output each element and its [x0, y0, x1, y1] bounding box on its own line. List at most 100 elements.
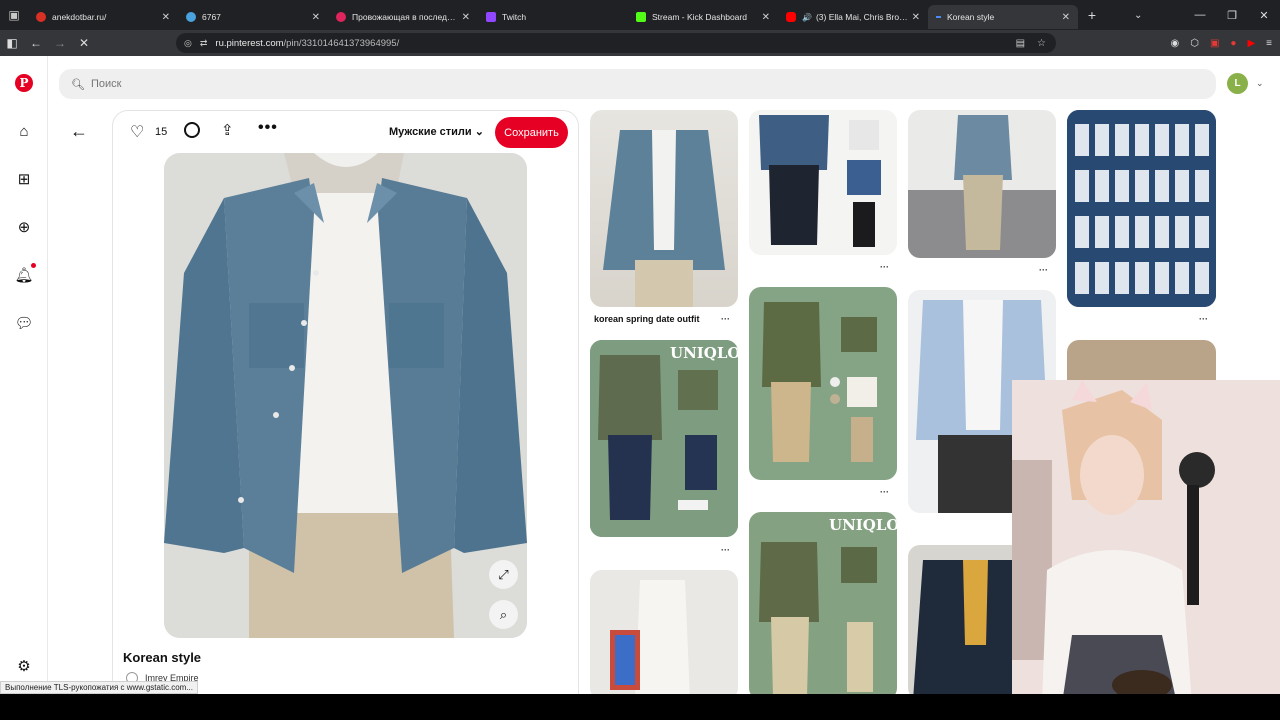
more-options-icon[interactable]: •••: [258, 119, 278, 137]
grid-pin-denim-shirt[interactable]: [590, 110, 738, 307]
menu-icon[interactable]: ≡: [1266, 38, 1272, 49]
tab-list-chevron-icon[interactable]: ⌄: [1134, 10, 1142, 21]
screen: ▣ anekdotbar.ru/ ✕ 6767 ✕ Провожающая в …: [0, 0, 1280, 720]
audio-playing-icon[interactable]: 🔊: [802, 13, 812, 22]
boards-icon[interactable]: ⊞: [14, 169, 34, 189]
visual-search-icon[interactable]: ⌕: [489, 600, 518, 629]
search-input[interactable]: 🔍︎ Поиск: [59, 69, 1216, 99]
toolbar-right: ◉ ⬡ ▣ ● ▶ ≡: [1170, 30, 1272, 56]
grid-more-icon[interactable]: ···: [880, 262, 889, 272]
notifications-bell-icon[interactable]: 🔔︎: [14, 265, 34, 285]
address-bar[interactable]: ◎ ⇄ ru.pinterest.com/pin/331014641373964…: [176, 33, 1056, 53]
stop-loading-icon[interactable]: ✕: [72, 30, 96, 56]
tab-close-icon[interactable]: ✕: [462, 12, 470, 23]
grid-more-icon[interactable]: ···: [880, 487, 889, 497]
pin-main-image[interactable]: [164, 153, 527, 638]
grid-pin-image: [1067, 110, 1216, 307]
tab-favicon: [336, 12, 346, 22]
minimize-icon[interactable]: —: [1184, 0, 1216, 30]
pin-title: Korean style: [123, 650, 202, 665]
settings-gear-icon[interactable]: ⚙: [14, 656, 34, 676]
grid-caption[interactable]: korean spring date outfit: [594, 314, 700, 324]
new-tab-icon[interactable]: +: [1078, 7, 1106, 23]
restore-icon[interactable]: ❐: [1216, 0, 1248, 30]
tab-close-icon[interactable]: ✕: [312, 12, 320, 23]
webcam-stream-overlay: [1012, 380, 1280, 704]
grid-pin-denim-jacket-flatlay[interactable]: [749, 110, 897, 255]
browser-tab-strip: ▣ anekdotbar.ru/ ✕ 6767 ✕ Провожающая в …: [0, 0, 1280, 30]
tab-provozhayushchaya[interactable]: Провожающая в последний п ✕: [328, 5, 478, 29]
tab-youtube-music[interactable]: 🔊 (3) Ella Mai, Chris Brown, B ✕: [778, 5, 928, 29]
like-heart-icon[interactable]: ♡: [130, 122, 144, 142]
grid-more-icon[interactable]: ···: [721, 314, 730, 324]
extension-red-icon[interactable]: ●: [1230, 38, 1236, 49]
grid-pin-image: [603, 130, 725, 307]
tab-close-icon[interactable]: ✕: [762, 12, 770, 23]
profile-icon[interactable]: ◉: [1170, 38, 1179, 49]
home-icon[interactable]: ⌂: [14, 121, 34, 141]
forward-icon[interactable]: →: [48, 30, 72, 56]
bookmark-star-icon[interactable]: ☆: [1037, 38, 1046, 49]
tab-twitch[interactable]: Twitch: [478, 5, 628, 29]
tab-close-icon[interactable]: ✕: [1062, 12, 1070, 23]
back-icon[interactable]: ←: [24, 30, 48, 56]
extensions-icon[interactable]: ⬡: [1190, 38, 1199, 49]
expand-icon[interactable]: ⤢: [489, 560, 518, 589]
grid-pin-image: [590, 340, 738, 537]
tab-search-icon[interactable]: ▣: [0, 0, 28, 30]
tab-loading-icon: [936, 16, 941, 18]
back-arrow-icon[interactable]: ←: [70, 121, 88, 142]
sidebar-toggle-icon[interactable]: ◧: [0, 30, 24, 56]
reader-mode-icon[interactable]: ▤: [1016, 38, 1025, 49]
board-chevron-down-icon: ⌄: [474, 126, 484, 138]
grid-pin-white-outfit[interactable]: [590, 570, 738, 700]
tab-title: Провожающая в последний п: [352, 12, 458, 22]
tab-anekdotbar[interactable]: anekdotbar.ru/ ✕: [28, 5, 178, 29]
pinterest-logo-icon[interactable]: P: [15, 74, 33, 92]
tab-title: 6767: [202, 12, 221, 22]
tab-title: (3) Ella Mai, Chris Brown, B: [815, 12, 908, 22]
grid-pin-uniqlo-1[interactable]: UNIQLO: [590, 340, 738, 537]
share-icon[interactable]: ⇪: [221, 121, 234, 139]
grid-more-icon[interactable]: ···: [721, 545, 730, 555]
tab-close-icon[interactable]: ✕: [162, 12, 170, 23]
close-window-icon[interactable]: ✕: [1248, 0, 1280, 30]
search-icon: 🔍︎: [71, 78, 85, 91]
notification-dot: [31, 263, 36, 268]
grid-more-icon[interactable]: ···: [1199, 314, 1208, 324]
search-placeholder: Поиск: [90, 78, 122, 90]
site-info-icon[interactable]: ◎: [184, 38, 192, 49]
window-controls: — ❐ ✕: [1184, 0, 1280, 30]
grid-pin-outfit-chart[interactable]: [1067, 110, 1216, 307]
denim-jacket-photo: [164, 153, 527, 638]
tab-korean-style[interactable]: Korean style ✕: [928, 5, 1078, 29]
grid-pin-image: [762, 302, 877, 462]
browser-toolbar: ◧ ← → ✕ ◎ ⇄ ru.pinterest.com/pin/3310146…: [0, 30, 1280, 56]
tab-title: Stream - Kick Dashboard: [652, 12, 747, 22]
tab-favicon: [636, 12, 646, 22]
grid-pin-image: [908, 115, 1056, 258]
tab-title: Twitch: [502, 12, 527, 22]
tab-kick-dashboard[interactable]: Stream - Kick Dashboard ✕: [628, 5, 778, 29]
account-chevron-down-icon[interactable]: ⌄: [1256, 78, 1264, 89]
board-select[interactable]: Мужские стили ⌄: [389, 125, 484, 138]
like-count: 15: [155, 126, 168, 138]
grid-pin-uniqlo-2[interactable]: UNIQLO: [749, 512, 897, 700]
streamer-webcam-image: [1012, 380, 1280, 704]
grid-pin-olive-outfit[interactable]: [749, 287, 897, 480]
create-icon[interactable]: ⊕: [14, 217, 34, 237]
tab-close-icon[interactable]: ✕: [912, 12, 920, 23]
tab-title: anekdotbar.ru/: [52, 12, 107, 22]
extension-badge-icon[interactable]: ▣: [1210, 38, 1219, 49]
avatar[interactable]: L: [1227, 73, 1248, 94]
tracking-protection-icon[interactable]: ⇄: [200, 38, 208, 49]
grid-pin-denim-trousers[interactable]: [908, 110, 1056, 258]
tab-6767[interactable]: 6767 ✕: [178, 5, 328, 29]
uniqlo-label: UNIQLO: [829, 516, 897, 534]
save-button[interactable]: Сохранить: [495, 117, 568, 148]
youtube-extension-icon[interactable]: ▶: [1247, 38, 1255, 49]
comment-icon[interactable]: [184, 122, 200, 138]
pinterest-sidebar: P ⌂ ⊞ ⊕ 🔔︎ 💬︎ ⚙: [0, 56, 48, 696]
messages-icon[interactable]: 💬︎: [14, 313, 34, 333]
grid-more-icon[interactable]: ···: [1039, 265, 1048, 275]
